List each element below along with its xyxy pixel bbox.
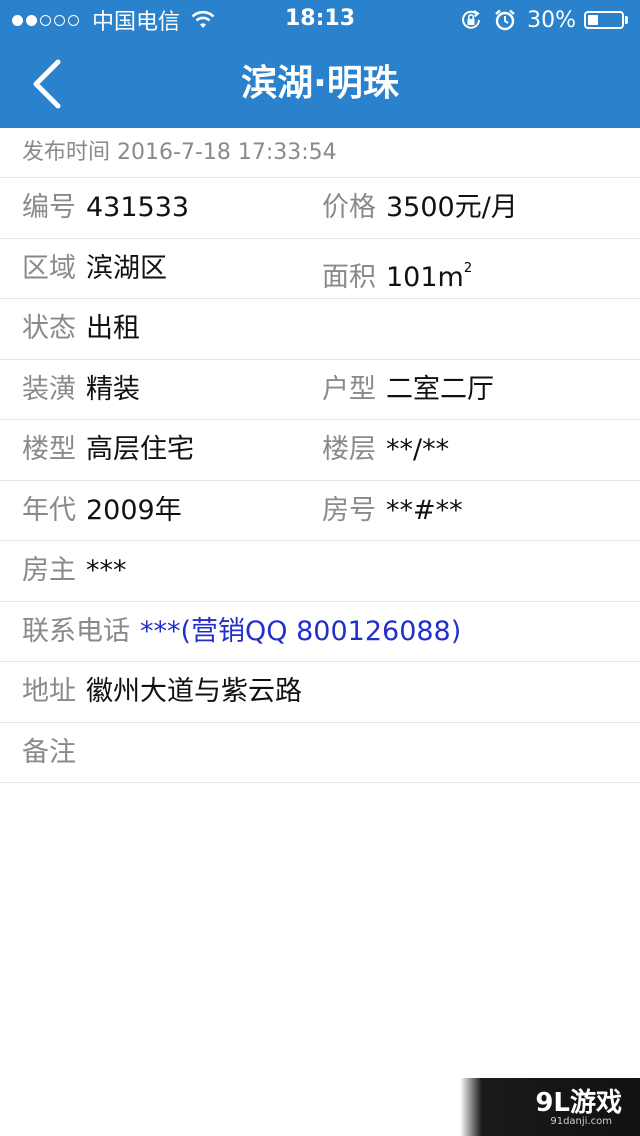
area-value: 101m [386,261,464,293]
remark-field: 备注 [22,723,86,783]
nav-bar: 滨湖·明珠 [0,40,640,128]
listing-details: 发布时间 2016-7-18 17:33:54 编号 431533 价格 3500元… [0,128,640,783]
detail-row: 联系电话 ***(营销QQ 800126088) [0,602,640,662]
room-number-value: **#** [386,494,463,526]
price-value: 3500元/月 [386,192,518,223]
district-value: 滨湖区 [86,252,167,284]
detail-row: 备注 [0,723,640,783]
watermark-logo: 9L游戏 [535,1088,622,1118]
status-bar: 中国电信 18:13 30% [0,0,640,40]
remark-label: 备注 [22,736,76,768]
battery-percent: 30% [527,7,576,33]
owner-field: 房主 *** [22,541,127,601]
decoration-field: 装潢 精装 [22,360,140,420]
detail-row: 装潢 精装 户型 二室二厅 [0,360,640,420]
header: 中国电信 18:13 30% 滨湖·明珠 [0,0,640,128]
battery-icon [584,11,628,29]
detail-row: 房主 *** [0,541,640,602]
price-label: 价格 [322,192,376,223]
area-unit-superscript: 2 [463,260,473,276]
owner-label: 房主 [22,555,76,586]
address-value: 徽州大道与紫云路 [86,676,302,707]
area-label: 面积 [322,261,376,293]
building-type-field: 楼型 高层住宅 [22,420,194,480]
page-title: 滨湖·明珠 [241,63,399,104]
price-field: 价格 3500元/月 [322,178,518,238]
status-value: 出租 [86,313,140,344]
detail-row: 年代 2009年 房号 **#** [0,481,640,541]
number-field: 编号 431533 [22,178,189,238]
number-label: 编号 [22,192,76,223]
floor-field: 楼层 **/** [322,420,449,480]
floor-value: **/** [386,434,450,465]
watermark-url: 91danji.com [550,1116,612,1127]
watermark: 9L游戏 91danji.com [460,1078,640,1136]
year-label: 年代 [22,494,76,526]
detail-row: 状态 出租 [0,299,640,360]
phone-link[interactable]: ***(营销QQ 800126088) [140,616,461,647]
district-field: 区域 滨湖区 [22,239,167,299]
status-right: 30% [459,6,628,34]
address-field: 地址 徽州大道与紫云路 [22,662,302,722]
publish-time-row: 发布时间 2016-7-18 17:33:54 [0,128,640,178]
phone-field: 联系电话 ***(营销QQ 800126088) [22,602,461,662]
room-number-label: 房号 [322,494,376,526]
detail-row: 区域 滨湖区 面积 101m2 [0,239,640,299]
layout-field: 户型 二室二厅 [322,360,494,420]
building-type-value: 高层住宅 [86,434,194,465]
area-field: 面积 101m2 [322,239,472,299]
number-value: 431533 [86,192,190,223]
decoration-label: 装潢 [22,373,76,405]
alarm-icon [495,9,515,31]
rotation-lock-icon [462,10,481,29]
year-value: 2009年 [86,494,182,526]
room-number-field: 房号 **#** [322,481,463,541]
floor-label: 楼层 [322,434,376,465]
address-label: 地址 [22,676,76,707]
status-label: 状态 [22,313,76,344]
status-field: 状态 出租 [22,299,140,359]
owner-value: *** [86,555,127,586]
publish-time-label: 发布时间 [22,140,111,165]
detail-row: 楼型 高层住宅 楼层 **/** [0,420,640,481]
detail-row: 编号 431533 价格 3500元/月 [0,178,640,239]
building-type-label: 楼型 [22,434,76,465]
year-field: 年代 2009年 [22,481,182,541]
detail-row: 地址 徽州大道与紫云路 [0,662,640,723]
layout-value: 二室二厅 [386,373,494,405]
layout-label: 户型 [322,373,376,405]
publish-time-value: 2016-7-18 17:33:54 [117,140,337,165]
decoration-value: 精装 [86,373,140,405]
phone-label: 联系电话 [22,615,130,647]
district-label: 区域 [22,252,76,284]
